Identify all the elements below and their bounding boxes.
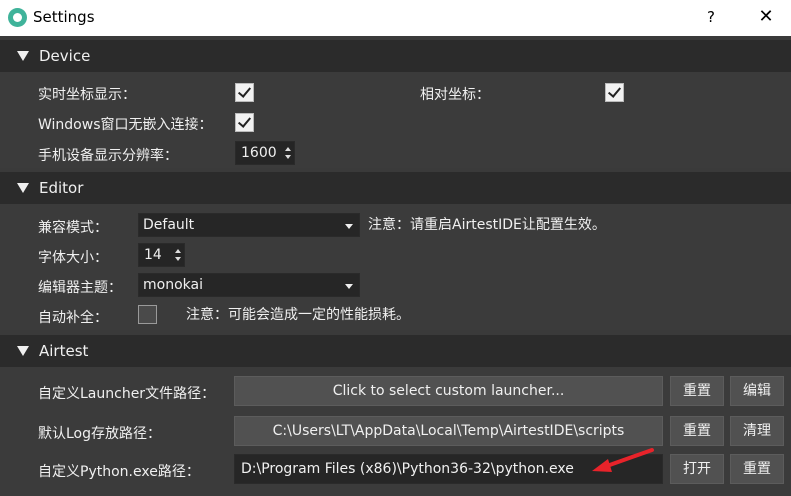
close-button[interactable]: ✕ — [752, 4, 780, 30]
section-editor-body: 兼容模式： Default 注意：请重启AirtestIDE让配置生效。 字体大… — [0, 204, 791, 330]
font-size-value: 14 — [144, 247, 162, 263]
window-title: Settings — [33, 8, 95, 26]
compat-mode-label: 兼容模式： — [38, 220, 108, 236]
autocomplete-label: 自动补全： — [38, 310, 108, 326]
compat-mode-value: Default — [143, 217, 195, 233]
collapse-triangle-icon — [17, 183, 29, 193]
resolution-value: 1600 — [241, 145, 277, 161]
section-editor-header[interactable]: Editor — [0, 172, 791, 204]
launcher-edit-button[interactable]: 编辑 — [730, 376, 784, 406]
editor-theme-value: monokai — [143, 277, 203, 293]
select-launcher-button[interactable]: Click to select custom launcher... — [234, 376, 663, 406]
section-editor-title: Editor — [39, 179, 84, 197]
section-airtest-header[interactable]: Airtest — [0, 335, 791, 367]
font-size-label: 字体大小： — [38, 250, 108, 266]
section-airtest-body: 自定义Launcher文件路径： Click to select custom … — [0, 367, 791, 496]
chevron-down-icon — [345, 284, 353, 289]
spin-up-icon[interactable] — [285, 147, 291, 151]
section-device-title: Device — [39, 47, 91, 65]
resolution-label: 手机设备显示分辨率： — [38, 148, 178, 164]
log-reset-button[interactable]: 重置 — [670, 416, 724, 446]
settings-gear-icon — [8, 8, 27, 27]
compat-mode-select[interactable]: Default — [138, 213, 360, 237]
collapse-triangle-icon — [17, 346, 29, 356]
python-reset-button[interactable]: 重置 — [730, 454, 784, 484]
font-size-spinbox[interactable]: 14 — [138, 243, 185, 267]
section-device-body: 实时坐标显示： 相对坐标： Windows窗口无嵌入连接： 手机设备显示分辨率：… — [0, 72, 791, 168]
editor-theme-label: 编辑器主题： — [38, 280, 122, 296]
relative-coords-label: 相对坐标： — [420, 87, 490, 103]
annotation-arrow-icon — [592, 448, 654, 472]
editor-theme-select[interactable]: monokai — [138, 273, 360, 297]
log-path-button[interactable]: C:\Users\LT\AppData\Local\Temp\AirtestID… — [234, 416, 663, 446]
compat-note: 注意：请重启AirtestIDE让配置生效。 — [368, 217, 606, 233]
launcher-path-label: 自定义Launcher文件路径： — [38, 386, 216, 402]
relative-coords-checkbox[interactable] — [605, 83, 624, 102]
log-path-label: 默认Log存放路径： — [38, 426, 162, 442]
realtime-coords-checkbox[interactable] — [235, 83, 254, 102]
log-clear-button[interactable]: 清理 — [730, 416, 784, 446]
python-open-button[interactable]: 打开 — [670, 454, 724, 484]
windows-embed-label: Windows窗口无嵌入连接： — [38, 117, 213, 133]
realtime-coords-label: 实时坐标显示： — [38, 87, 136, 103]
collapse-triangle-icon — [17, 51, 29, 61]
section-device-header[interactable]: Device — [0, 40, 791, 72]
chevron-down-icon — [345, 224, 353, 229]
spin-up-icon[interactable] — [175, 249, 181, 253]
windows-embed-checkbox[interactable] — [235, 113, 254, 132]
python-path-label: 自定义Python.exe路径： — [38, 464, 200, 480]
resolution-spinbox[interactable]: 1600 — [235, 141, 295, 165]
spin-down-icon[interactable] — [285, 155, 291, 159]
autocomplete-checkbox[interactable] — [138, 305, 157, 324]
launcher-reset-button[interactable]: 重置 — [670, 376, 724, 406]
spin-down-icon[interactable] — [175, 257, 181, 261]
title-bar: Settings ? ✕ — [0, 0, 791, 36]
section-airtest-title: Airtest — [39, 342, 89, 360]
autocomplete-note: 注意：可能会造成一定的性能损耗。 — [186, 307, 410, 323]
help-button[interactable]: ? — [700, 6, 722, 28]
